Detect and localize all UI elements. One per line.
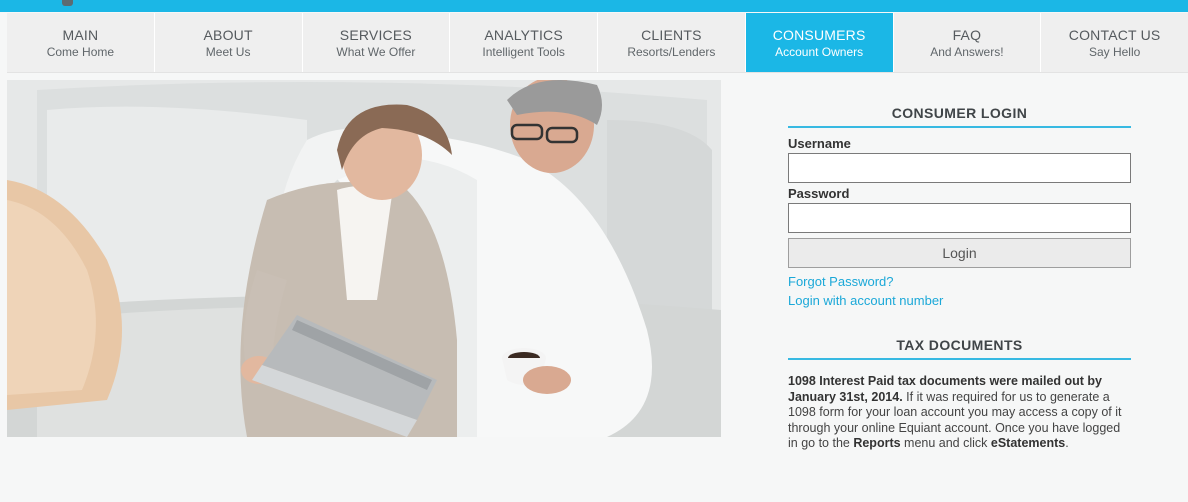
nav-item-analytics[interactable]: ANALYTICS Intelligent Tools <box>450 13 598 72</box>
nav-item-services[interactable]: SERVICES What We Offer <box>303 13 451 72</box>
nav-item-clients[interactable]: CLIENTS Resorts/Lenders <box>598 13 746 72</box>
nav-item-subtitle: Come Home <box>46 45 115 59</box>
nav-item-title: CONSUMERS <box>772 27 866 43</box>
tax-end: . <box>1065 436 1069 450</box>
nav-item-title: ANALYTICS <box>484 27 563 43</box>
couple-on-sofa-illustration <box>7 80 721 437</box>
estatements-e: e <box>990 436 998 450</box>
nav-item-faq[interactable]: FAQ And Answers! <box>894 13 1042 72</box>
nav-item-about[interactable]: ABOUT Meet Us <box>155 13 303 72</box>
nav-item-main[interactable]: MAIN Come Home <box>7 13 155 72</box>
password-input[interactable] <box>788 203 1131 233</box>
logo-fragment <box>62 0 73 6</box>
nav-item-subtitle: Intelligent Tools <box>482 45 565 59</box>
nav-item-consumers[interactable]: CONSUMERS Account Owners <box>745 13 894 72</box>
forgot-password-link[interactable]: Forgot Password? <box>788 274 1131 289</box>
login-with-account-number-link[interactable]: Login with account number <box>788 293 1131 308</box>
tax-body-2: menu and click <box>900 436 991 450</box>
nav-item-subtitle: Meet Us <box>205 45 251 59</box>
nav-item-contact-us[interactable]: CONTACT US Say Hello <box>1041 13 1188 72</box>
nav-item-title: CONTACT US <box>1068 27 1161 43</box>
login-button[interactable]: Login <box>788 238 1131 268</box>
estatements-rest: Statements <box>997 436 1066 450</box>
tax-documents-heading: TAX DOCUMENTS <box>788 332 1131 360</box>
consumer-login-heading: CONSUMER LOGIN <box>788 100 1131 128</box>
top-accent-bar <box>0 0 1188 12</box>
nav-item-title: ABOUT <box>203 27 253 43</box>
nav-item-title: SERVICES <box>339 27 412 43</box>
username-label: Username <box>788 136 851 151</box>
tax-documents-text: 1098 Interest Paid tax documents were ma… <box>788 374 1131 452</box>
nav-item-subtitle: What We Offer <box>336 45 416 59</box>
username-input[interactable] <box>788 153 1131 183</box>
nav-item-subtitle: Account Owners <box>775 45 864 59</box>
nav-item-title: MAIN <box>62 27 99 43</box>
nav-item-subtitle: Say Hello <box>1088 45 1141 59</box>
hero-photo <box>7 80 721 437</box>
password-label: Password <box>788 186 850 201</box>
right-panel: CONSUMER LOGIN Username Password Login F… <box>788 100 1131 452</box>
nav-item-title: FAQ <box>952 27 982 43</box>
nav-item-title: CLIENTS <box>641 27 702 43</box>
reports-menu-name: Reports <box>853 436 901 450</box>
nav-item-subtitle: Resorts/Lenders <box>627 45 716 59</box>
main-nav: MAIN Come Home ABOUT Meet Us SERVICES Wh… <box>7 13 1188 73</box>
nav-item-subtitle: And Answers! <box>930 45 1004 59</box>
